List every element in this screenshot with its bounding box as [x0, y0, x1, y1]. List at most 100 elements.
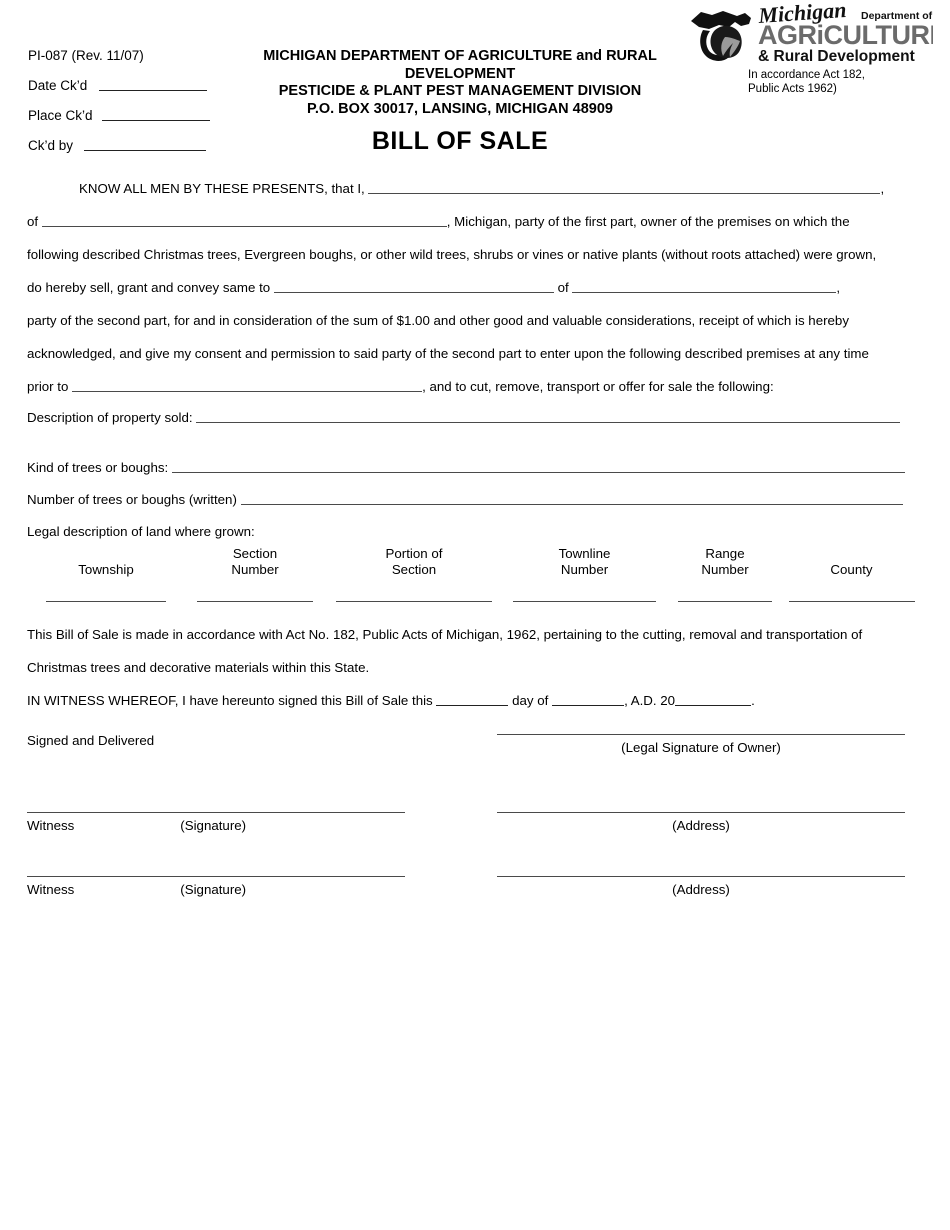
witness-2-address-caption: (Address) — [672, 882, 730, 897]
michigan-party-first-part-text: , Michigan, party of the first part, own… — [446, 214, 850, 229]
prior-to-label: prior to — [27, 379, 69, 394]
number-of-trees-label: Number of trees or boughs (written) — [27, 492, 237, 507]
column-header-range-number-line2: Number — [701, 562, 749, 577]
body-paragraph-6: acknowledged, and give my consent and pe… — [27, 346, 869, 361]
know-all-men-text: KNOW ALL MEN BY THESE PRESENTS, that I, — [79, 181, 365, 196]
witness-1-signature-block: Witness (Signature) — [27, 811, 405, 835]
column-header-townline-number: Townline Number — [503, 546, 666, 578]
range-number-blank[interactable] — [678, 600, 772, 602]
page-title: BILL OF SALE — [371, 127, 549, 155]
body-paragraph-5: party of the second part, for and in con… — [27, 313, 849, 328]
body-paragraph-9: Kind of trees or boughs: — [27, 453, 919, 483]
signature-section: Signed and Delivered (Legal Signature of… — [27, 733, 919, 939]
seller-name-blank[interactable] — [368, 182, 881, 194]
closing-section: This Bill of Sale is made in accordance … — [27, 618, 919, 717]
description-of-property-blank[interactable] — [196, 411, 901, 423]
witness-2-label: Witness — [27, 882, 75, 897]
section-number-blank[interactable] — [197, 600, 313, 602]
column-header-townline-number-line1: Townline — [558, 546, 611, 561]
signature-row-witness-2: Witness (Signature) (Address) — [27, 875, 919, 939]
county-blank[interactable] — [788, 600, 915, 602]
table-cell-townline-number — [503, 600, 666, 602]
mdard-logo: Michigan Department of AGRiCULTURE & Rur… — [685, 4, 933, 96]
checked-by-blank[interactable] — [83, 139, 206, 151]
ad-twenty-label: , A.D. 20 — [624, 693, 676, 708]
township-blank[interactable] — [46, 600, 166, 602]
witness-2-address-blank[interactable] — [497, 875, 905, 877]
buyer-name-blank[interactable] — [273, 281, 554, 293]
michigan-agriculture-logo-icon: Michigan Department of AGRiCULTURE & Rur… — [691, 4, 933, 65]
seller-address-blank[interactable] — [41, 215, 447, 227]
witness-1-address-blank[interactable] — [497, 811, 905, 813]
column-header-section-number-line2: Number — [231, 562, 279, 577]
owner-signature-caption: (Legal Signature of Owner) — [621, 740, 781, 755]
witness-1-signature-blank[interactable] — [27, 811, 405, 813]
witness-1-address-block: (Address) — [497, 811, 905, 835]
number-of-trees-blank[interactable] — [240, 493, 903, 505]
body-paragraph-7: prior to , and to cut, remove, transport… — [27, 370, 919, 403]
portion-of-section-blank[interactable] — [336, 600, 492, 602]
act-reference-line-1: This Bill of Sale is made in accordance … — [27, 627, 863, 642]
column-header-range-number-line1: Range — [705, 546, 745, 561]
prior-to-date-blank[interactable] — [72, 380, 423, 392]
table-cell-county — [784, 600, 919, 602]
signed-and-delivered-label: Signed and Delivered — [27, 733, 155, 748]
year-blank[interactable] — [675, 694, 752, 706]
owner-signature-block: (Legal Signature of Owner) — [497, 733, 905, 757]
body-paragraph-10: Number of trees or boughs (written) — [27, 483, 919, 517]
column-header-section-number: Section Number — [185, 546, 325, 578]
column-header-portion-of-section: Portion of Section — [325, 546, 503, 578]
witness-1-signature-caption: (Signature) — [180, 818, 247, 833]
table-cell-township — [27, 600, 185, 602]
checked-by-label: Ck’d by — [28, 138, 74, 153]
witness-2-signature-blank[interactable] — [27, 875, 405, 877]
logo-agriculture-text: AGRiCULTURE — [758, 20, 933, 50]
body-paragraph-3: following described Christmas trees, Eve… — [27, 247, 877, 262]
legal-description-table: Township Section Number Portion of Secti… — [27, 538, 919, 602]
signature-row-owner: Signed and Delivered (Legal Signature of… — [27, 733, 919, 811]
document-page: PI-087 (Rev. 11/07) Date Ck’d Place Ck’d… — [0, 0, 950, 1230]
act-reference-line-2: Christmas trees and decorative materials… — [27, 660, 370, 675]
agency-line-2: PESTICIDE & PLANT PEST MANAGEMENT DIVISI… — [278, 83, 642, 99]
place-checked-blank[interactable] — [102, 109, 211, 121]
month-blank[interactable] — [552, 694, 625, 706]
day-blank[interactable] — [436, 694, 509, 706]
cut-remove-transport-text: , and to cut, remove, transport or offer… — [422, 379, 774, 394]
header-agency-block: MICHIGAN DEPARTMENT OF AGRICULTURE and R… — [215, 48, 705, 156]
logo-act-note-line-1: In accordance Act 182, — [748, 69, 865, 81]
witness-2-signature-block: Witness (Signature) — [27, 875, 405, 899]
witness-2-signature-caption: (Signature) — [180, 882, 247, 897]
column-header-township-line2: Township — [78, 562, 134, 577]
signature-row-witness-1: Witness (Signature) (Address) — [27, 811, 919, 875]
column-header-county: County — [784, 562, 919, 578]
date-checked-blank[interactable] — [99, 79, 208, 91]
agency-line-3: P.O. BOX 30017, LANSING, MICHIGAN 48909 — [307, 100, 613, 117]
body-paragraph-1-tail: , — [880, 181, 885, 196]
witness-1-captions: Witness (Signature) — [27, 817, 405, 835]
convey-to-label: do hereby sell, grant and convey same to — [27, 280, 271, 295]
table-header-row: Township Section Number Portion of Secti… — [27, 538, 919, 578]
kind-of-trees-label: Kind of trees or boughs: — [27, 460, 169, 475]
column-header-portion-of-section-line2: Section — [391, 562, 437, 577]
column-header-county-line2: County — [830, 562, 873, 577]
in-witness-whereof-line: IN WITNESS WHEREOF, I have hereunto sign… — [27, 684, 919, 717]
witness-1-label: Witness — [27, 818, 75, 833]
of-label: of — [27, 214, 39, 229]
body-paragraph-4-tail: , — [836, 280, 841, 295]
townline-number-blank[interactable] — [513, 600, 656, 602]
owner-signature-blank[interactable] — [497, 733, 905, 735]
body-paragraph-4: do hereby sell, grant and convey same to… — [27, 271, 919, 304]
of-label-2: of — [557, 280, 569, 295]
in-witness-whereof-text: IN WITNESS WHEREOF, I have hereunto sign… — [27, 693, 433, 708]
table-cell-portion-of-section — [325, 600, 503, 602]
buyer-address-blank[interactable] — [572, 281, 837, 293]
witness-2-captions: Witness (Signature) — [27, 881, 405, 899]
description-of-property-label: Description of property sold: — [27, 410, 193, 425]
table-cell-section-number — [185, 600, 325, 602]
table-cell-range-number — [666, 600, 784, 602]
column-header-portion-of-section-line1: Portion of — [385, 546, 443, 561]
kind-of-trees-blank[interactable] — [171, 461, 905, 473]
body-paragraph-1: KNOW ALL MEN BY THESE PRESENTS, that I, … — [27, 172, 919, 205]
logo-act-note: In accordance Act 182, Public Acts 1962) — [748, 68, 933, 96]
